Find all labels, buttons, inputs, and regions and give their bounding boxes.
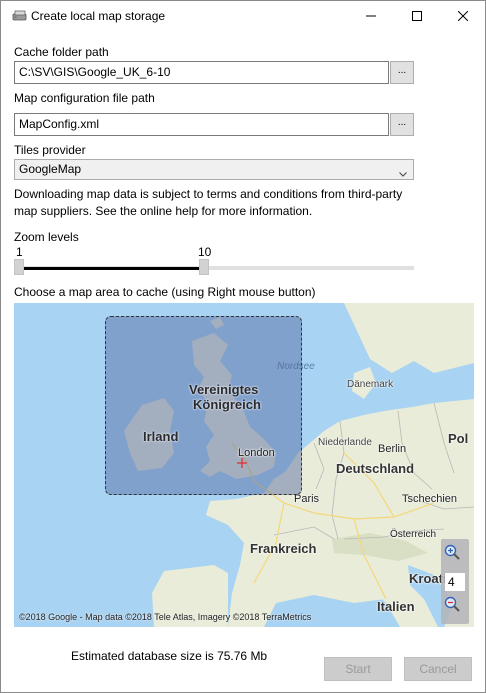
tiles-provider-value: GoogleMap bbox=[19, 162, 82, 176]
map-label-deutschland: Deutschland bbox=[336, 461, 415, 476]
map-zoom-control: 4 bbox=[441, 539, 469, 624]
map-attribution: ©2018 Google - Map data ©2018 Tele Atlas… bbox=[19, 612, 312, 622]
map-config-browse-button[interactable]: ... bbox=[390, 113, 414, 136]
map-label-italien: Italien bbox=[377, 599, 415, 614]
cache-folder-field[interactable]: C:\SV\GIS\Google_UK_6-10 bbox=[14, 61, 389, 84]
map-label-irland: Irland bbox=[143, 429, 179, 444]
map-area-label: Choose a map area to cache (using Right … bbox=[14, 285, 316, 299]
map-config-label: Map configuration file path bbox=[14, 91, 155, 105]
zoom-levels-label: Zoom levels bbox=[14, 230, 79, 244]
minimize-button[interactable] bbox=[348, 1, 394, 31]
cache-folder-label: Cache folder path bbox=[14, 45, 109, 59]
map-label-polen: Pol bbox=[448, 431, 469, 446]
zoom-in-button[interactable] bbox=[444, 544, 466, 566]
maximize-icon bbox=[412, 11, 422, 21]
zoom-level-value: 4 bbox=[445, 573, 465, 591]
estimated-size-label: Estimated database size is 75.76 Mb bbox=[71, 649, 268, 663]
map-label-uk-line1: Vereinigtes bbox=[189, 382, 259, 397]
dialog-window: Create local map storage Cache folder pa… bbox=[0, 0, 486, 693]
window-title: Create local map storage bbox=[31, 9, 166, 23]
chevron-down-icon bbox=[399, 166, 407, 180]
zoom-max-label: 10 bbox=[198, 245, 212, 259]
map-label-niederlande: Niederlande bbox=[318, 437, 372, 448]
zoom-out-button[interactable] bbox=[444, 596, 466, 618]
map-label-tschechien: Tschechien bbox=[402, 493, 458, 505]
close-icon bbox=[458, 11, 468, 21]
tiles-provider-label: Tiles provider bbox=[14, 143, 86, 157]
map-label-berlin: Berlin bbox=[378, 443, 407, 455]
map-label-oesterreich: Österreich bbox=[390, 529, 437, 540]
map-view[interactable]: Nordsee Dänemark Niederlande Deutschland… bbox=[14, 303, 474, 627]
maximize-button[interactable] bbox=[394, 1, 440, 31]
map-label-frankreich: Frankreich bbox=[250, 541, 317, 556]
title-bar: Create local map storage bbox=[1, 1, 485, 32]
map-label-daenemark: Dänemark bbox=[347, 379, 394, 390]
tiles-provider-select[interactable]: GoogleMap bbox=[14, 159, 414, 180]
zoom-slider-range bbox=[18, 267, 205, 270]
map-label-paris: Paris bbox=[294, 493, 320, 505]
map-label-uk-line2: Königreich bbox=[193, 397, 261, 412]
start-button[interactable]: Start bbox=[324, 657, 392, 681]
cache-folder-browse-button[interactable]: ... bbox=[390, 61, 414, 84]
cancel-button[interactable]: Cancel bbox=[404, 657, 472, 681]
minimize-icon bbox=[366, 11, 376, 21]
zoom-min-thumb[interactable] bbox=[14, 259, 24, 275]
storage-icon bbox=[12, 10, 27, 22]
zoom-max-thumb[interactable] bbox=[199, 259, 209, 275]
zoom-min-label: 1 bbox=[16, 245, 23, 259]
terms-notice: Downloading map data is subject to terms… bbox=[14, 187, 403, 218]
close-button[interactable] bbox=[440, 1, 485, 31]
map-config-field[interactable]: MapConfig.xml bbox=[14, 113, 389, 136]
